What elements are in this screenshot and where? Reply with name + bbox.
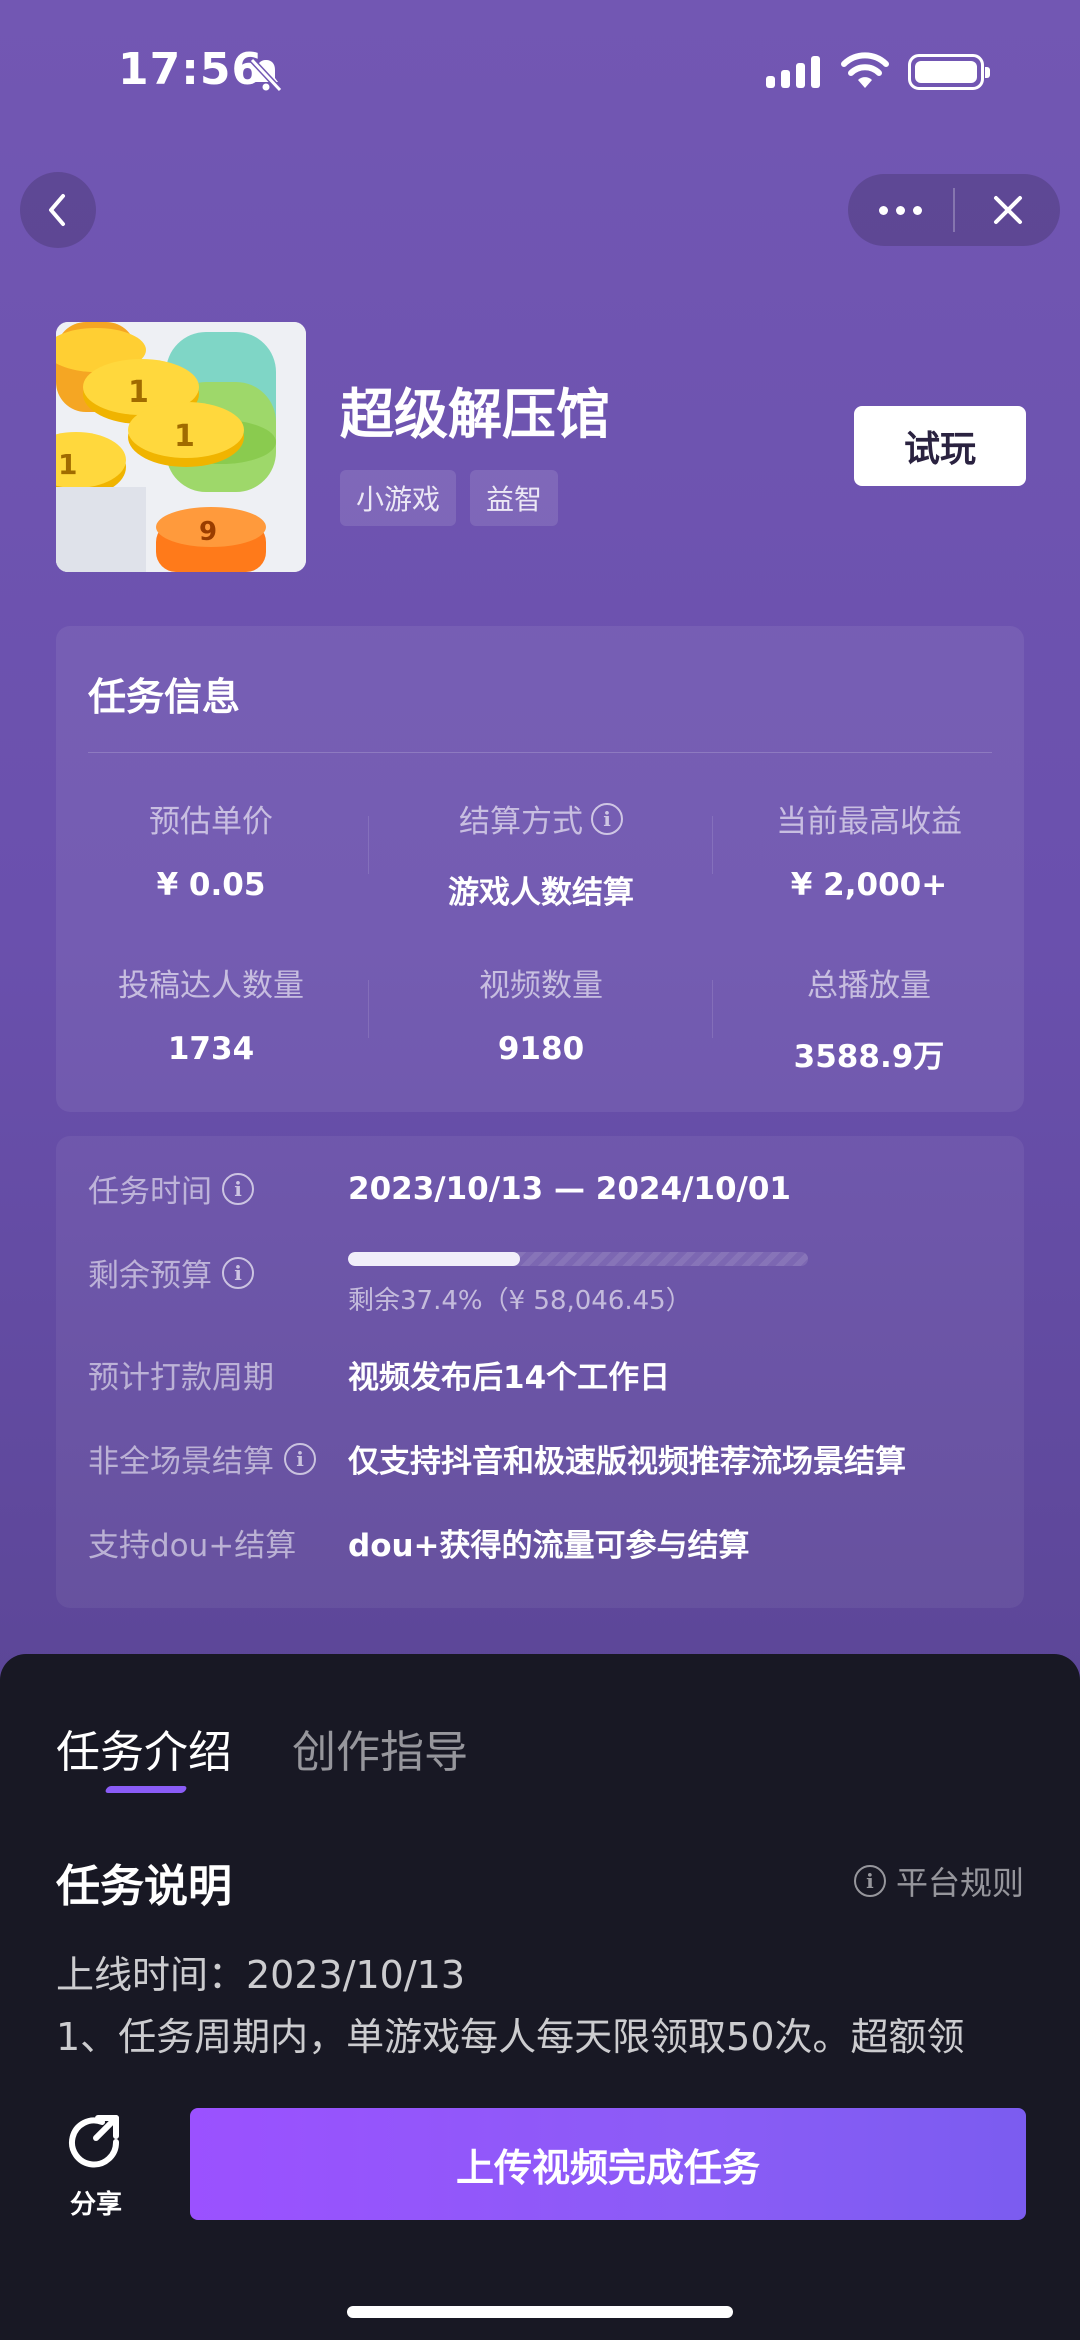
stat-label: 总播放量 xyxy=(807,968,931,1004)
section-title: 任务说明 xyxy=(56,1861,232,1912)
home-indicator xyxy=(347,2306,733,2318)
tag-puzzle: 益智 xyxy=(470,470,559,526)
game-title: 超级解压馆 xyxy=(340,383,610,446)
stat-video-count: 视频数量 9180 xyxy=(386,960,696,1067)
task-rule-text: 1、任务周期内，单游戏每人每天限领取50次。超额领 xyxy=(56,2015,965,2059)
info-icon[interactable]: i xyxy=(222,1172,254,1205)
task-time-label: 任务时间 xyxy=(88,1174,212,1210)
share-icon xyxy=(69,2115,120,2168)
dou-settlement-label: 支持dou+结算 xyxy=(88,1528,297,1564)
wifi-icon xyxy=(841,52,889,88)
platform-rules-label: 平台规则 xyxy=(895,1864,1024,1902)
game-tags: 小游戏 益智 xyxy=(340,470,559,526)
stat-label: 当前最高收益 xyxy=(776,804,962,840)
try-play-button[interactable]: 试玩 xyxy=(854,406,1026,486)
back-button[interactable] xyxy=(20,172,96,248)
close-button[interactable] xyxy=(955,174,1060,246)
info-icon: i xyxy=(853,1865,886,1897)
active-tab-indicator xyxy=(104,1786,188,1793)
stat-unit-price: 预估单价 ¥ 0.05 xyxy=(56,796,366,903)
stat-total-plays: 总播放量 3588.9万 xyxy=(714,960,1024,1076)
svg-text:1: 1 xyxy=(174,419,195,454)
share-label: 分享 xyxy=(69,2190,122,2220)
budget-remaining-text: 剩余37.4%（¥ 58,046.45） xyxy=(348,1286,692,1316)
stat-label: 预估单价 xyxy=(149,804,273,840)
stat-value: 3588.9万 xyxy=(793,1039,945,1075)
stat-divider xyxy=(712,816,713,874)
stat-label: 视频数量 xyxy=(479,968,603,1004)
info-icon[interactable]: i xyxy=(591,802,623,835)
more-icon xyxy=(879,205,888,215)
stat-value: 游戏人数结算 xyxy=(448,875,634,911)
platform-rules-link[interactable]: i 平台规则 xyxy=(853,1858,1024,1904)
dou-settlement-value: dou+获得的流量可参与结算 xyxy=(348,1528,750,1564)
close-icon xyxy=(993,196,1022,224)
scene-settlement-value: 仅支持抖音和极速版视频推荐流场景结算 xyxy=(348,1444,906,1480)
scene-settlement-label: 非全场景结算 xyxy=(88,1444,274,1480)
stat-creator-count: 投稿达人数量 1734 xyxy=(56,960,366,1067)
info-icon[interactable]: i xyxy=(284,1442,316,1475)
upload-video-button[interactable]: 上传视频完成任务 xyxy=(190,2108,1026,2220)
payment-cycle-row: 预计打款周期 视频发布后14个工作日 xyxy=(88,1352,670,1397)
svg-text:1: 1 xyxy=(58,448,77,481)
stat-label: 结算方式 xyxy=(459,804,583,840)
bell-off-icon xyxy=(249,57,283,93)
signal-icon xyxy=(766,56,820,88)
scene-settlement-row: 非全场景结算 i 仅支持抖音和极速版视频推荐流场景结算 xyxy=(88,1436,906,1481)
stat-label: 投稿达人数量 xyxy=(118,968,304,1004)
payment-cycle-label: 预计打款周期 xyxy=(88,1360,274,1396)
stat-max-earnings: 当前最高收益 ¥ 2,000+ xyxy=(714,796,1024,903)
dou-settlement-row: 支持dou+结算 dou+获得的流量可参与结算 xyxy=(88,1520,750,1565)
svg-text:9: 9 xyxy=(199,517,217,547)
stat-value: ¥ 0.05 xyxy=(156,867,266,903)
status-time: 17:56 xyxy=(118,44,264,95)
info-icon[interactable]: i xyxy=(222,1256,254,1289)
task-time-value: 2023/10/13 — 2024/10/01 xyxy=(348,1170,791,1207)
stat-divider xyxy=(712,980,713,1038)
task-info-card: 任务信息 预估单价 ¥ 0.05 结算方式 i 游戏人数结算 当前最高收益 ¥ 2… xyxy=(56,626,1024,1112)
launch-time-text: 上线时间：2023/10/13 xyxy=(56,1953,466,1997)
share-button[interactable]: 分享 xyxy=(56,2112,136,2221)
game-icon: 1 1 1 9 xyxy=(56,322,306,572)
budget-label: 剩余预算 xyxy=(88,1258,212,1294)
stat-settlement-method: 结算方式 i 游戏人数结算 xyxy=(386,796,696,912)
task-details-card: 任务时间 i 2023/10/13 — 2024/10/01 剩余预算 i 剩余37… xyxy=(56,1136,1024,1608)
tag-mini-game: 小游戏 xyxy=(340,470,457,526)
payment-cycle-value: 视频发布后14个工作日 xyxy=(348,1360,671,1396)
status-bar: 17:56 xyxy=(0,0,1080,140)
divider xyxy=(88,752,992,753)
stat-value: ¥ 2,000+ xyxy=(790,867,948,903)
task-info-title: 任务信息 xyxy=(88,675,241,719)
tab-task-intro[interactable]: 任务介绍 xyxy=(56,1716,232,1780)
battery-icon xyxy=(908,54,990,90)
tab-creation-guide[interactable]: 创作指导 xyxy=(292,1716,468,1780)
chevron-left-icon xyxy=(49,194,65,226)
task-time-row: 任务时间 i 2023/10/13 — 2024/10/01 xyxy=(88,1166,791,1211)
bottom-action-bar: 分享 上传视频完成任务 xyxy=(0,2070,1080,2340)
stat-divider xyxy=(368,980,369,1038)
svg-text:1: 1 xyxy=(128,375,149,410)
more-button[interactable] xyxy=(848,174,953,246)
mini-program-capsule xyxy=(848,174,1060,246)
budget-progress-fill xyxy=(348,1252,521,1266)
budget-progress-bar xyxy=(348,1252,808,1266)
stat-divider xyxy=(368,816,369,874)
stat-value: 9180 xyxy=(497,1031,585,1067)
stat-value: 1734 xyxy=(167,1031,255,1067)
budget-row: 剩余预算 i xyxy=(88,1250,348,1295)
